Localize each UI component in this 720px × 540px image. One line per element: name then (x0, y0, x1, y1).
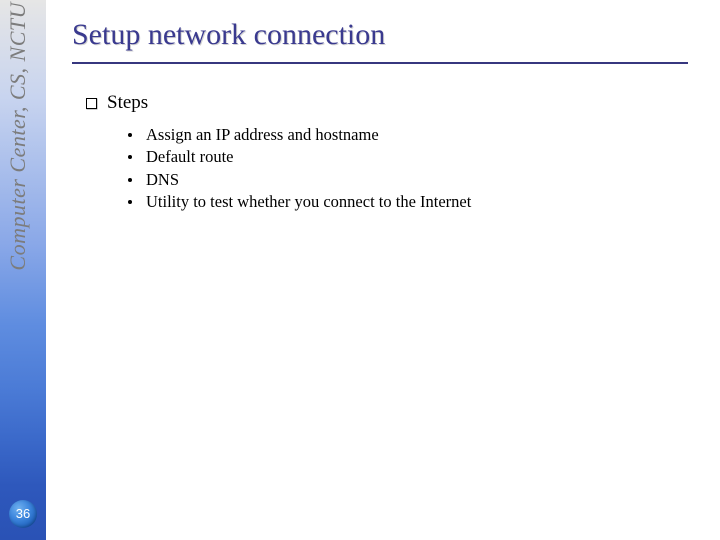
organization-label: Computer Center, CS, NCTU (5, 2, 31, 271)
slide-title: Setup network connection (72, 18, 712, 58)
dot-bullet-icon (128, 178, 132, 182)
dot-bullet-icon (128, 133, 132, 137)
steps-heading: Steps (86, 92, 712, 114)
steps-list: Assign an IP address and hostname Defaul… (128, 124, 712, 213)
list-item-text: Default route (146, 146, 234, 168)
list-item: DNS (128, 169, 712, 191)
dot-bullet-icon (128, 155, 132, 159)
sidebar-gradient: Computer Center, CS, NCTU 36 (0, 0, 46, 540)
steps-heading-text: Steps (107, 92, 148, 114)
list-item: Assign an IP address and hostname (128, 124, 712, 146)
slide-content: Setup network connection Steps Assign an… (72, 18, 712, 213)
list-item-text: Utility to test whether you connect to t… (146, 191, 471, 213)
list-item-text: Assign an IP address and hostname (146, 124, 379, 146)
dot-bullet-icon (128, 200, 132, 204)
list-item-text: DNS (146, 169, 179, 191)
steps-section: Steps Assign an IP address and hostname … (86, 92, 712, 213)
page-number-badge: 36 (9, 500, 37, 528)
title-underline (72, 62, 688, 64)
list-item: Utility to test whether you connect to t… (128, 191, 712, 213)
square-bullet-icon (86, 98, 97, 109)
list-item: Default route (128, 146, 712, 168)
